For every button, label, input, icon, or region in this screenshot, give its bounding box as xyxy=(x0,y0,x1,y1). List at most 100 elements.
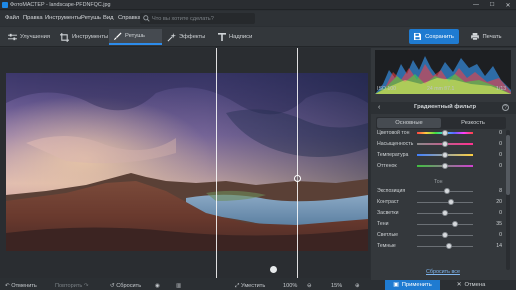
close-icon: ✕ xyxy=(456,282,462,288)
slider-knob[interactable] xyxy=(442,210,448,216)
slider-value[interactable]: 14 xyxy=(488,243,502,249)
slider-value[interactable]: 35 xyxy=(488,221,502,227)
zoom-100-button[interactable]: 100% xyxy=(283,283,297,289)
apply-label: Применить xyxy=(401,282,432,288)
app-logo-icon xyxy=(2,2,8,8)
panel-scrollbar-thumb[interactable] xyxy=(506,135,510,195)
tab-enhancements[interactable]: Улучшения xyxy=(4,29,54,45)
zoom-value[interactable]: 15% xyxy=(331,283,342,289)
menu-view[interactable]: Вид xyxy=(103,15,114,21)
gradient-end-line[interactable] xyxy=(297,48,298,278)
slider-knob[interactable] xyxy=(452,221,459,227)
tab-captions[interactable]: Надписи xyxy=(214,29,256,45)
magic-wand-icon xyxy=(167,32,176,41)
slider-knob[interactable] xyxy=(447,199,454,205)
help-icon[interactable]: ? xyxy=(502,104,509,111)
search-placeholder: Что вы хотите сделать? xyxy=(152,16,214,22)
slider-label: Температура xyxy=(377,152,409,158)
menu-tools[interactable]: Инструменты xyxy=(45,15,81,21)
search-icon xyxy=(143,15,150,22)
fit-label: Уместить xyxy=(241,283,266,289)
undo-label: Отменить xyxy=(11,283,37,289)
brush-icon xyxy=(113,31,122,40)
menu-retouch[interactable]: Ретушь xyxy=(81,15,101,21)
filter-title: Градиентный фильтр xyxy=(414,104,477,110)
slider-value[interactable]: 0 xyxy=(488,141,502,147)
slider-label: Экспозиция xyxy=(377,188,406,194)
slider-row[interactable]: Температура 0 xyxy=(377,151,502,160)
gradient-rotate-handle[interactable] xyxy=(270,266,277,273)
tab-retouch[interactable]: Ретушь xyxy=(109,29,162,45)
tab-sharpness[interactable]: Резкость xyxy=(441,118,505,128)
cancel-button[interactable]: ✕ Отмена xyxy=(446,280,496,290)
undo-button[interactable]: ↶ Отменить xyxy=(5,283,37,289)
slider-knob[interactable] xyxy=(442,130,448,136)
slider-value[interactable]: 0 xyxy=(488,232,502,238)
slider-row[interactable]: Тени 35 xyxy=(377,220,502,229)
slider-value[interactable]: 0 xyxy=(488,152,502,158)
save-label: Сохранить xyxy=(425,33,454,40)
photo-preview[interactable] xyxy=(6,73,368,251)
sliders-icon xyxy=(8,33,17,41)
slider-row[interactable]: Экспозиция 8 xyxy=(377,187,502,196)
maximize-button[interactable]: ☐ xyxy=(484,0,500,10)
menu-edit[interactable]: Правка xyxy=(23,15,43,21)
slider-value[interactable]: 8 xyxy=(488,188,502,194)
text-icon xyxy=(218,33,226,41)
slider-value[interactable]: 0 xyxy=(488,210,502,216)
tab-basic[interactable]: Основные xyxy=(377,118,441,128)
close-button[interactable]: ✕ xyxy=(500,0,516,10)
menu-help[interactable]: Справка xyxy=(118,15,141,21)
printer-icon xyxy=(470,33,479,40)
slider-row[interactable]: Светлые 0 xyxy=(377,231,502,240)
slider-row[interactable]: Темные 14 xyxy=(377,242,502,251)
slider-value[interactable]: 20 xyxy=(488,199,502,205)
reset-button[interactable]: ↺ Сбросить xyxy=(110,283,141,289)
histogram-focal: 24 mm f/7.1 xyxy=(427,86,455,92)
slider-knob[interactable] xyxy=(442,152,448,158)
slider-row[interactable]: Засветки 0 xyxy=(377,209,502,218)
redo-label: Повторить xyxy=(55,283,83,289)
slider-knob[interactable] xyxy=(444,188,451,194)
slider-knob[interactable] xyxy=(442,232,448,238)
eye-icon[interactable]: ◉ xyxy=(155,283,160,289)
cancel-label: Отмена xyxy=(464,282,486,288)
slider-track[interactable] xyxy=(417,246,473,247)
slider-knob[interactable] xyxy=(442,141,448,147)
window-title: ФотоМАСТЕР - landscape-PFDNFQC.jpg xyxy=(10,2,111,8)
slider-row[interactable]: Оттенок 0 xyxy=(377,162,502,171)
tab-effects[interactable]: Эффекты xyxy=(163,29,209,45)
slider-label: Темные xyxy=(377,243,396,249)
menu-file[interactable]: Файл xyxy=(5,15,19,21)
slider-track[interactable] xyxy=(417,202,473,203)
gradient-center-handle[interactable] xyxy=(294,175,301,182)
tab-tools[interactable]: Инструменты xyxy=(56,29,112,45)
apply-button[interactable]: ▣ Применить xyxy=(385,280,440,290)
gradient-start-line[interactable] xyxy=(216,48,217,278)
slider-row[interactable]: Насыщенность 0 xyxy=(377,140,502,149)
minimize-button[interactable]: — xyxy=(468,0,484,10)
slider-value[interactable]: 0 xyxy=(488,130,502,136)
print-button[interactable]: Печать xyxy=(462,29,510,44)
tab-label: Улучшения xyxy=(20,34,51,40)
slider-label: Засветки xyxy=(377,210,399,216)
zoom-in-icon[interactable]: ⊕ xyxy=(355,283,360,289)
back-chevron-icon[interactable]: ‹ xyxy=(378,104,380,111)
slider-knob[interactable] xyxy=(445,243,452,249)
slider-label: Светлые xyxy=(377,232,399,238)
zoom-out-icon[interactable]: ⊖ xyxy=(307,283,312,289)
histogram-shutter: 1/13 xyxy=(496,86,507,92)
compare-icon[interactable]: ▥ xyxy=(176,283,181,289)
reset-all-link[interactable]: Сбросить все xyxy=(426,269,460,275)
slider-value[interactable]: 0 xyxy=(488,163,502,169)
floppy-disk-icon xyxy=(414,33,422,40)
slider-knob[interactable] xyxy=(442,163,448,169)
slider-row[interactable]: Цветовой тон 0 xyxy=(377,129,502,138)
redo-button[interactable]: Повторить ↷ xyxy=(55,283,89,289)
save-button[interactable]: Сохранить xyxy=(409,29,459,44)
fit-button[interactable]: ⤢ Уместить xyxy=(235,283,265,290)
slider-track[interactable] xyxy=(417,224,473,225)
floppy-disk-icon: ▣ xyxy=(393,282,399,288)
crop-icon xyxy=(60,32,69,42)
slider-row[interactable]: Контраст 20 xyxy=(377,198,502,207)
